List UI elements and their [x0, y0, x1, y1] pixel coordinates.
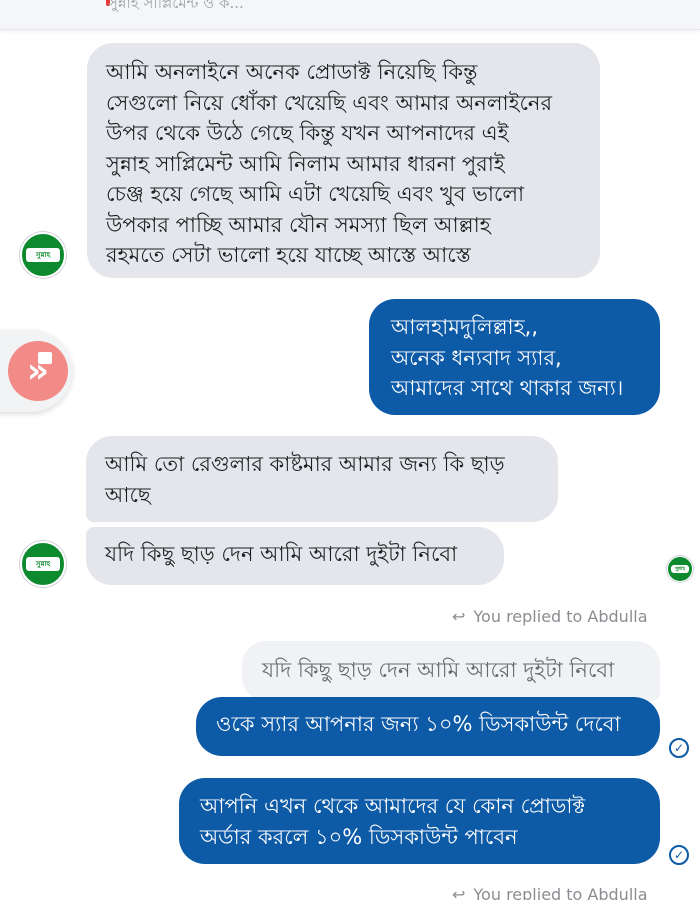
reply-arrow-icon: ↩ — [452, 607, 466, 626]
sender-avatar[interactable]: সুন্নাহ — [20, 232, 66, 278]
message-line: ওকে স্যার আপনার জন্য ১০% ডিসকাউন্ট দেবো — [216, 712, 621, 736]
seen-avatar: সুন্নাহ — [667, 556, 693, 582]
message-line: যদি কিছু ছাড় দেন আমি আরো দুইটা নিবো — [105, 542, 458, 566]
avatar-logo-text: সুন্নাহ — [26, 248, 60, 262]
conversation-preview-text: সুন্নাহ সাপ্লিমেন্ট ও ক... — [108, 0, 244, 12]
message-line: আমাদের সাথে থাকার জন্য। — [391, 376, 624, 400]
reply-label: ↩ You replied to Abdulla — [452, 885, 648, 900]
message-line: আলহামদুলিল্লাহ,, — [391, 315, 539, 339]
message-line: আমি অনলাইনে অনেক প্রোডাক্ট নিয়েছি কিন্ত… — [106, 60, 478, 84]
outgoing-message[interactable]: ওকে স্যার আপনার জন্য ১০% ডিসকাউন্ট দেবো — [196, 697, 660, 756]
reply-label: ↩ You replied to Abdulla — [452, 607, 648, 626]
message-line: অনেক ধন্যবাদ স্যার, — [391, 345, 562, 370]
reply-label-text: You replied to Abdulla — [473, 885, 648, 900]
grid-icon — [38, 352, 52, 364]
message-line: আমি তো রেগুলার কাষ্টমার আমার জন্য কি ছাড… — [105, 452, 505, 476]
message-line: আপনি এখন থেকে আমাদের যে কোন প্রোডাক্ট — [200, 794, 586, 818]
top-bar: সুন্নাহ সাপ্লিমেন্ট ও ক... — [0, 0, 700, 30]
outgoing-message[interactable]: আলহামদুলিল্লাহ,, অনেক ধন্যবাদ স্যার, আমা… — [369, 299, 660, 415]
message-line: উপকার পাচ্ছি আমার যৌন সমস্যা ছিল আল্লাহ — [106, 212, 491, 237]
incoming-message[interactable]: আমি অনলাইনে অনেক প্রোডাক্ট নিয়েছি কিন্ত… — [87, 43, 600, 278]
message-line: সেগুলো নিয়ে ধোঁকা খেয়েছি এবং আমার অনলা… — [106, 90, 553, 115]
checkmark-circle-icon: ✓ — [669, 845, 689, 865]
message-line: সুন্নাহ সাপ্লিমেন্ট আমি নিলাম আমার ধারনা… — [106, 151, 505, 176]
avatar-logo-text: সুন্নাহ — [671, 565, 689, 573]
message-line: আছে — [105, 482, 151, 507]
floating-chat-head[interactable]: » — [0, 330, 72, 412]
incoming-message[interactable]: আমি তো রেগুলার কাষ্টমার আমার জন্য কি ছাড… — [86, 436, 558, 522]
checkmark-circle-icon: ✓ — [669, 738, 689, 758]
message-line: উপর থেকে উঠে গেছে কিন্তু যখন আপনাদের এই — [106, 121, 509, 145]
reply-arrow-icon: ↩ — [452, 885, 466, 900]
avatar-logo-text: সুন্নাহ — [26, 557, 60, 571]
incoming-message[interactable]: যদি কিছু ছাড় দেন আমি আরো দুইটা নিবো — [86, 527, 504, 585]
outgoing-message[interactable]: আপনি এখন থেকে আমাদের যে কোন প্রোডাক্ট অর… — [179, 778, 660, 864]
sender-avatar[interactable]: সুন্নাহ — [20, 541, 66, 587]
chat-head-icon: » — [8, 341, 68, 401]
quoted-message-text: যদি কিছু ছাড় দেন আমি আরো দুইটা নিবো — [262, 658, 615, 682]
message-line: চেঞ্জ হয়ে গেছে আমি এটা খেয়েছি এবং খুব … — [106, 182, 525, 206]
message-line: রহমতে সেটা ভালো হয়ে যাচ্ছে আস্তে আস্তে — [106, 243, 471, 267]
quoted-message[interactable]: যদি কিছু ছাড় দেন আমি আরো দুইটা নিবো — [242, 641, 660, 701]
message-line: অর্ডার করলে ১০% ডিসকাউন্ট পাবেন — [200, 824, 518, 849]
reply-label-text: You replied to Abdulla — [473, 607, 648, 626]
